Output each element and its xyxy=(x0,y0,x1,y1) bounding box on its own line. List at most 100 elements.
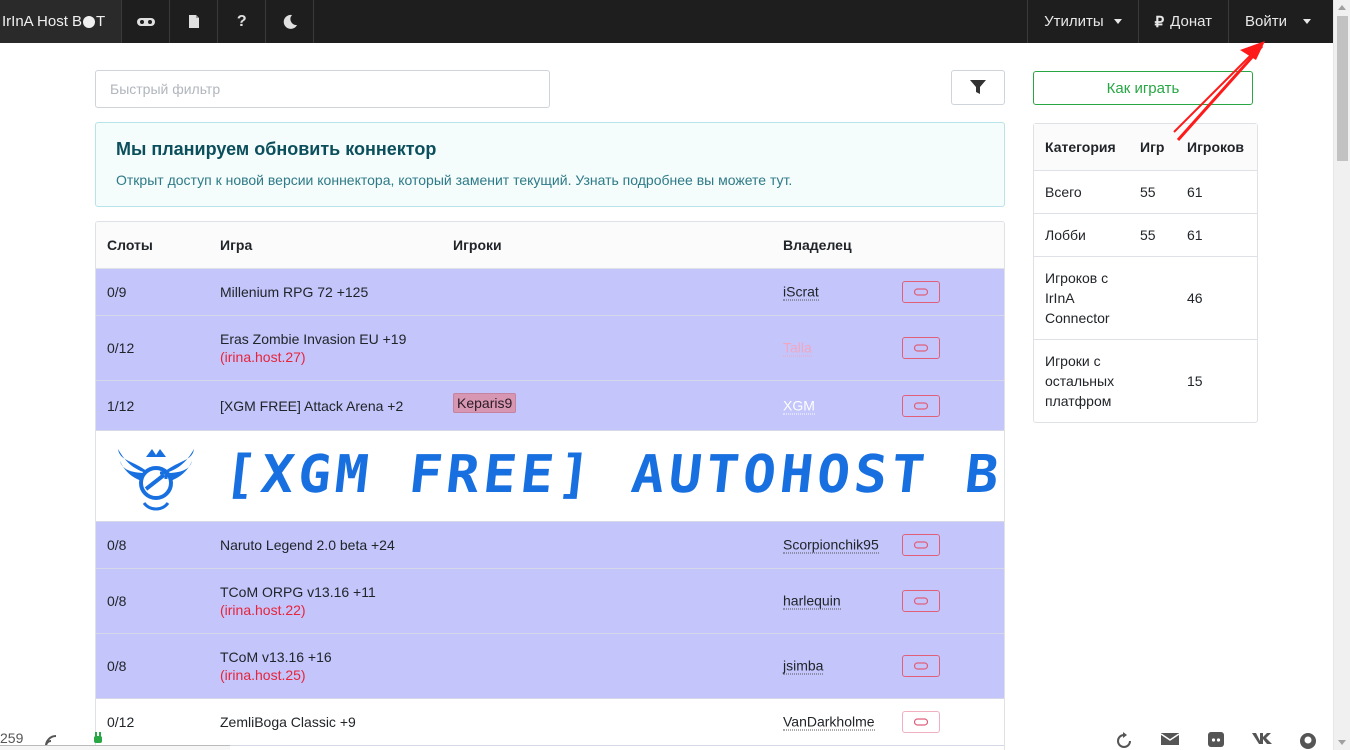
winged-globe-logo xyxy=(118,449,194,511)
plug-icon[interactable] xyxy=(91,732,105,746)
row-game-name: TCoM ORPG v13.16 +11 xyxy=(220,584,376,600)
join-game-button[interactable] xyxy=(902,711,940,733)
table-row[interactable]: 0/8 Naruto Legend 2.0 beta +24 Scorpionc… xyxy=(96,522,1004,569)
join-game-button[interactable] xyxy=(902,534,940,556)
stats-category: Лобби xyxy=(1045,227,1086,243)
table-row[interactable]: 0/9 Millenium RPG 72 +125 iScrat xyxy=(96,269,1004,316)
mail-icon[interactable] xyxy=(1158,732,1182,750)
connector-alert: Мы планируем обновить коннектор Открыт д… xyxy=(95,122,1005,207)
gamepad-icon xyxy=(914,718,928,726)
github-icon[interactable] xyxy=(1296,732,1320,750)
join-game-button[interactable] xyxy=(902,281,940,303)
stats-category-line: Connector xyxy=(1045,310,1110,326)
banner-text: [XGM FREE] AUTOHOST BOT xyxy=(220,445,1005,505)
row-slots: 0/12 xyxy=(107,340,135,356)
row-game-name: Eras Zombie Invasion EU +19 xyxy=(220,331,407,347)
row-game-cell: TCoM ORPG v13.16 +11 (irina.host.22) xyxy=(220,584,376,618)
table-row[interactable]: 0/8 TCoM ORPG v13.16 +11 (irina.host.22)… xyxy=(96,569,1004,634)
footer-icon-links xyxy=(1112,732,1320,750)
nav-login-dropdown[interactable]: Войти xyxy=(1228,0,1333,43)
scroll-up-icon[interactable] xyxy=(1338,5,1346,10)
nav-gamepad-button[interactable] xyxy=(122,0,171,43)
stats-row: Игроки с остальных платфром 15 xyxy=(1034,339,1257,422)
online-counter: 259 xyxy=(0,730,24,746)
stats-category-line: IrInA xyxy=(1045,290,1075,306)
vk-icon[interactable] xyxy=(1250,732,1274,750)
top-navbar: IrInA Host B T ? Утилиты ₽ Донат Войти xyxy=(0,0,1333,43)
filter-button[interactable] xyxy=(951,70,1005,105)
player-tag[interactable]: Keparis9 xyxy=(453,392,517,413)
row-owner-link[interactable]: harlequin xyxy=(783,593,841,610)
header-owner[interactable]: Владелец xyxy=(783,237,852,253)
brand-suffix: T xyxy=(96,13,106,30)
row-owner-link[interactable]: iScrat xyxy=(783,284,819,301)
nav-docs-button[interactable] xyxy=(170,0,219,43)
stats-category-line: платфром xyxy=(1045,393,1112,409)
stats-games: 55 xyxy=(1140,184,1156,200)
join-game-button[interactable] xyxy=(902,394,940,417)
row-owner-link[interactable]: Talla xyxy=(783,340,812,357)
nav-help-button[interactable]: ? xyxy=(218,0,267,43)
header-players[interactable]: Игроки xyxy=(453,237,502,253)
scroll-thumb[interactable] xyxy=(1337,16,1348,161)
row-slots: 0/8 xyxy=(107,658,127,674)
nav-theme-button[interactable] xyxy=(266,0,315,43)
row-slots: 0/12 xyxy=(107,714,135,730)
row-host-name: (irina.host.25) xyxy=(220,667,306,683)
join-game-button[interactable] xyxy=(902,337,940,359)
table-row[interactable]: 0/12 ZemliBoga Classic +9 VanDarkholme xyxy=(96,699,1004,746)
header-game[interactable]: Игра xyxy=(220,237,252,253)
stats-category-line: Игроков с xyxy=(1045,270,1109,286)
chevron-down-icon xyxy=(1113,19,1122,24)
stats-players: 46 xyxy=(1187,290,1203,306)
file-icon xyxy=(188,15,199,28)
join-game-button[interactable] xyxy=(902,655,940,677)
row-owner-link[interactable]: VanDarkholme xyxy=(783,714,875,731)
gamepad-icon xyxy=(914,288,928,296)
row-game-name: [XGM FREE] Attack Arena +2 xyxy=(220,397,404,414)
table-row[interactable]: 1/12 [XGM FREE] Attack Arena +2 Keparis9… xyxy=(96,381,1004,431)
row-slots: 1/12 xyxy=(107,397,135,414)
stats-players: 61 xyxy=(1187,184,1203,200)
join-game-button[interactable] xyxy=(902,590,940,612)
quick-filter-input[interactable] xyxy=(95,70,550,108)
nav-utilities-dropdown[interactable]: Утилиты xyxy=(1027,0,1138,43)
brand-prefix: IrInA Host B xyxy=(2,13,83,30)
stats-row: Игроков с IrInA Connector 46 xyxy=(1034,256,1257,339)
row-slots: 0/8 xyxy=(107,537,127,553)
header-slots[interactable]: Слоты xyxy=(107,237,153,253)
how-to-play-button[interactable]: Как играть xyxy=(1033,71,1253,105)
row-owner-link[interactable]: Scorpionchik95 xyxy=(783,537,879,554)
scroll-down-icon[interactable] xyxy=(1338,740,1346,745)
row-host-name: (irina.host.22) xyxy=(220,602,306,618)
table-row[interactable]: 0/12 Eras Zombie Invasion EU +19 (irina.… xyxy=(96,316,1004,381)
alert-text[interactable]: Открыт доступ к новой версии коннектора,… xyxy=(116,172,984,188)
row-game-cell: Eras Zombie Invasion EU +19 (irina.host.… xyxy=(220,331,406,365)
stats-category: Всего xyxy=(1045,184,1082,200)
refresh-icon[interactable] xyxy=(1112,732,1136,750)
moon-icon xyxy=(283,14,297,29)
stats-header-games: Игр xyxy=(1140,139,1165,155)
stats-category: Игроков с IrInA Connector xyxy=(1045,268,1110,328)
row-game-name: Naruto Legend 2.0 beta +24 xyxy=(220,537,395,553)
row-owner-link[interactable]: jsimba xyxy=(783,658,824,675)
row-owner-link[interactable]: XGM xyxy=(783,397,815,414)
brand-logo[interactable]: IrInA Host B T xyxy=(0,0,123,43)
stats-players: 61 xyxy=(1187,227,1203,243)
page-scrollbar[interactable] xyxy=(1333,0,1350,750)
chevron-down-icon xyxy=(1303,19,1311,24)
table-row[interactable]: 0/8 TCoM v13.16 +16 (irina.host.25) jsim… xyxy=(96,634,1004,699)
stats-header-category: Категория xyxy=(1045,139,1116,155)
help-icon: ? xyxy=(236,12,247,30)
nav-donate-link[interactable]: ₽ Донат xyxy=(1137,0,1228,43)
row-game-cell: TCoM v13.16 +16 (irina.host.25) xyxy=(220,649,332,683)
games-table-header: Слоты Игра Игроки Владелец xyxy=(96,222,1004,269)
row-game-name: ZemliBoga Classic +9 xyxy=(220,714,356,730)
stats-table: Категория Игр Игроков Всего 55 61 Лобби … xyxy=(1033,123,1258,423)
discord-icon[interactable] xyxy=(1204,732,1228,750)
footer-progress-bar xyxy=(0,745,230,750)
stats-games: 55 xyxy=(1140,227,1156,243)
row-game-name: Millenium RPG 72 +125 xyxy=(220,284,369,300)
row-game-name: TCoM v13.16 +16 xyxy=(220,649,332,665)
